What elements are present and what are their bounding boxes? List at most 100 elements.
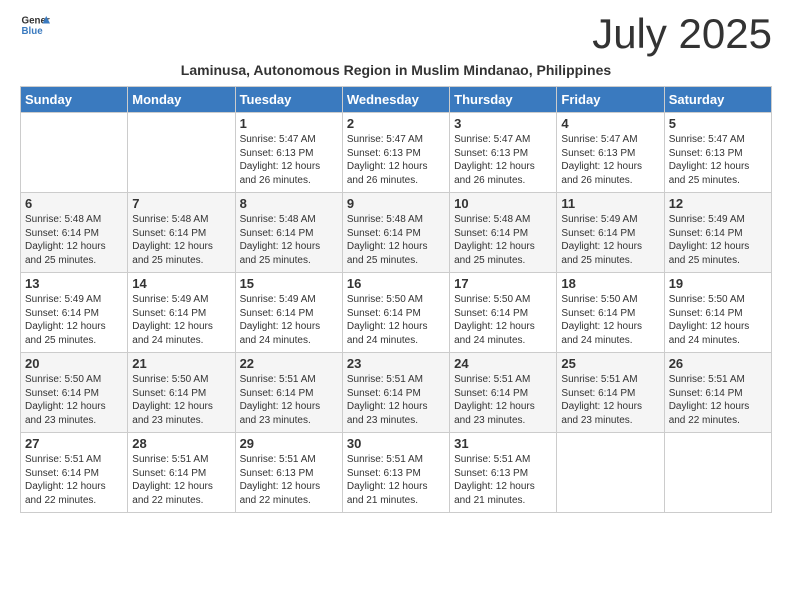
day-number: 31: [454, 436, 552, 451]
day-number: 13: [25, 276, 123, 291]
day-info: Sunrise: 5:51 AM Sunset: 6:13 PM Dayligh…: [347, 453, 445, 507]
calendar-cell: [557, 433, 664, 513]
calendar-cell: [128, 113, 235, 193]
day-info: Sunrise: 5:49 AM Sunset: 6:14 PM Dayligh…: [132, 293, 230, 347]
day-number: 24: [454, 356, 552, 371]
svg-text:Blue: Blue: [22, 26, 44, 37]
week-row-3: 13 Sunrise: 5:49 AM Sunset: 6:14 PM Dayli…: [21, 273, 772, 353]
day-number: 30: [347, 436, 445, 451]
calendar-cell: 19 Sunrise: 5:50 AM Sunset: 6:14 PM Dayli…: [664, 273, 771, 353]
calendar: SundayMondayTuesdayWednesdayThursdayFrid…: [20, 86, 772, 513]
column-header-thursday: Thursday: [450, 87, 557, 113]
day-number: 16: [347, 276, 445, 291]
calendar-cell: 17 Sunrise: 5:50 AM Sunset: 6:14 PM Dayli…: [450, 273, 557, 353]
day-number: 23: [347, 356, 445, 371]
day-number: 14: [132, 276, 230, 291]
day-number: 21: [132, 356, 230, 371]
day-number: 9: [347, 196, 445, 211]
day-number: 2: [347, 116, 445, 131]
column-header-tuesday: Tuesday: [235, 87, 342, 113]
calendar-cell: 5 Sunrise: 5:47 AM Sunset: 6:13 PM Daylig…: [664, 113, 771, 193]
day-info: Sunrise: 5:50 AM Sunset: 6:14 PM Dayligh…: [561, 293, 659, 347]
day-info: Sunrise: 5:47 AM Sunset: 6:13 PM Dayligh…: [561, 133, 659, 187]
day-number: 25: [561, 356, 659, 371]
calendar-cell: [664, 433, 771, 513]
day-number: 5: [669, 116, 767, 131]
day-info: Sunrise: 5:51 AM Sunset: 6:14 PM Dayligh…: [25, 453, 123, 507]
day-info: Sunrise: 5:49 AM Sunset: 6:14 PM Dayligh…: [669, 213, 767, 267]
day-info: Sunrise: 5:49 AM Sunset: 6:14 PM Dayligh…: [561, 213, 659, 267]
day-info: Sunrise: 5:51 AM Sunset: 6:14 PM Dayligh…: [240, 373, 338, 427]
day-info: Sunrise: 5:48 AM Sunset: 6:14 PM Dayligh…: [25, 213, 123, 267]
calendar-cell: 15 Sunrise: 5:49 AM Sunset: 6:14 PM Dayli…: [235, 273, 342, 353]
calendar-cell: 14 Sunrise: 5:49 AM Sunset: 6:14 PM Dayli…: [128, 273, 235, 353]
column-header-monday: Monday: [128, 87, 235, 113]
day-info: Sunrise: 5:51 AM Sunset: 6:14 PM Dayligh…: [561, 373, 659, 427]
day-number: 27: [25, 436, 123, 451]
calendar-cell: 22 Sunrise: 5:51 AM Sunset: 6:14 PM Dayli…: [235, 353, 342, 433]
week-row-4: 20Sunrise: 5:50 AM Sunset: 6:14 PM Dayli…: [21, 353, 772, 433]
day-number: 1: [240, 116, 338, 131]
calendar-cell: 8Sunrise: 5:48 AM Sunset: 6:14 PM Daylig…: [235, 193, 342, 273]
calendar-cell: 12 Sunrise: 5:49 AM Sunset: 6:14 PM Dayli…: [664, 193, 771, 273]
calendar-cell: 1 Sunrise: 5:47 AM Sunset: 6:13 PM Daylig…: [235, 113, 342, 193]
calendar-cell: 26Sunrise: 5:51 AM Sunset: 6:14 PM Dayli…: [664, 353, 771, 433]
calendar-cell: 2 Sunrise: 5:47 AM Sunset: 6:13 PM Daylig…: [342, 113, 449, 193]
calendar-cell: 3Sunrise: 5:47 AM Sunset: 6:13 PM Daylig…: [450, 113, 557, 193]
day-number: 18: [561, 276, 659, 291]
day-number: 7: [132, 196, 230, 211]
day-number: 26: [669, 356, 767, 371]
logo-icon: General Blue: [20, 10, 50, 40]
day-number: 12: [669, 196, 767, 211]
day-info: Sunrise: 5:49 AM Sunset: 6:14 PM Dayligh…: [25, 293, 123, 347]
day-number: 4: [561, 116, 659, 131]
column-header-sunday: Sunday: [21, 87, 128, 113]
day-number: 19: [669, 276, 767, 291]
calendar-cell: 25 Sunrise: 5:51 AM Sunset: 6:14 PM Dayli…: [557, 353, 664, 433]
day-info: Sunrise: 5:48 AM Sunset: 6:14 PM Dayligh…: [132, 213, 230, 267]
day-info: Sunrise: 5:51 AM Sunset: 6:13 PM Dayligh…: [454, 453, 552, 507]
logo: General Blue: [20, 10, 50, 40]
day-info: Sunrise: 5:48 AM Sunset: 6:14 PM Dayligh…: [454, 213, 552, 267]
calendar-cell: 29 Sunrise: 5:51 AM Sunset: 6:13 PM Dayli…: [235, 433, 342, 513]
calendar-cell: 9 Sunrise: 5:48 AM Sunset: 6:14 PM Daylig…: [342, 193, 449, 273]
day-info: Sunrise: 5:47 AM Sunset: 6:13 PM Dayligh…: [347, 133, 445, 187]
day-number: 28: [132, 436, 230, 451]
day-info: Sunrise: 5:50 AM Sunset: 6:14 PM Dayligh…: [669, 293, 767, 347]
day-info: Sunrise: 5:49 AM Sunset: 6:14 PM Dayligh…: [240, 293, 338, 347]
day-number: 29: [240, 436, 338, 451]
column-header-saturday: Saturday: [664, 87, 771, 113]
day-info: Sunrise: 5:51 AM Sunset: 6:14 PM Dayligh…: [132, 453, 230, 507]
calendar-cell: 11 Sunrise: 5:49 AM Sunset: 6:14 PM Dayli…: [557, 193, 664, 273]
day-info: Sunrise: 5:50 AM Sunset: 6:14 PM Dayligh…: [132, 373, 230, 427]
calendar-cell: 10 Sunrise: 5:48 AM Sunset: 6:14 PM Dayli…: [450, 193, 557, 273]
calendar-cell: 23Sunrise: 5:51 AM Sunset: 6:14 PM Dayli…: [342, 353, 449, 433]
day-info: Sunrise: 5:50 AM Sunset: 6:14 PM Dayligh…: [347, 293, 445, 347]
day-number: 15: [240, 276, 338, 291]
week-row-1: 1 Sunrise: 5:47 AM Sunset: 6:13 PM Daylig…: [21, 113, 772, 193]
month-title: July 2025: [592, 10, 772, 58]
day-info: Sunrise: 5:47 AM Sunset: 6:13 PM Dayligh…: [240, 133, 338, 187]
day-info: Sunrise: 5:51 AM Sunset: 6:13 PM Dayligh…: [240, 453, 338, 507]
calendar-cell: 7 Sunrise: 5:48 AM Sunset: 6:14 PM Daylig…: [128, 193, 235, 273]
header-row: SundayMondayTuesdayWednesdayThursdayFrid…: [21, 87, 772, 113]
calendar-cell: 13 Sunrise: 5:49 AM Sunset: 6:14 PM Dayli…: [21, 273, 128, 353]
day-info: Sunrise: 5:47 AM Sunset: 6:13 PM Dayligh…: [454, 133, 552, 187]
day-info: Sunrise: 5:50 AM Sunset: 6:14 PM Dayligh…: [454, 293, 552, 347]
week-row-5: 27 Sunrise: 5:51 AM Sunset: 6:14 PM Dayli…: [21, 433, 772, 513]
day-info: Sunrise: 5:48 AM Sunset: 6:14 PM Dayligh…: [240, 213, 338, 267]
day-info: Sunrise: 5:48 AM Sunset: 6:14 PM Dayligh…: [347, 213, 445, 267]
column-header-friday: Friday: [557, 87, 664, 113]
day-number: 22: [240, 356, 338, 371]
day-number: 6: [25, 196, 123, 211]
calendar-cell: 6 Sunrise: 5:48 AM Sunset: 6:14 PM Daylig…: [21, 193, 128, 273]
calendar-cell: 4 Sunrise: 5:47 AM Sunset: 6:13 PM Daylig…: [557, 113, 664, 193]
calendar-cell: 24Sunrise: 5:51 AM Sunset: 6:14 PM Dayli…: [450, 353, 557, 433]
day-number: 11: [561, 196, 659, 211]
day-info: Sunrise: 5:47 AM Sunset: 6:13 PM Dayligh…: [669, 133, 767, 187]
calendar-cell: 16 Sunrise: 5:50 AM Sunset: 6:14 PM Dayli…: [342, 273, 449, 353]
calendar-cell: 28 Sunrise: 5:51 AM Sunset: 6:14 PM Dayli…: [128, 433, 235, 513]
calendar-cell: [21, 113, 128, 193]
day-number: 10: [454, 196, 552, 211]
day-number: 17: [454, 276, 552, 291]
